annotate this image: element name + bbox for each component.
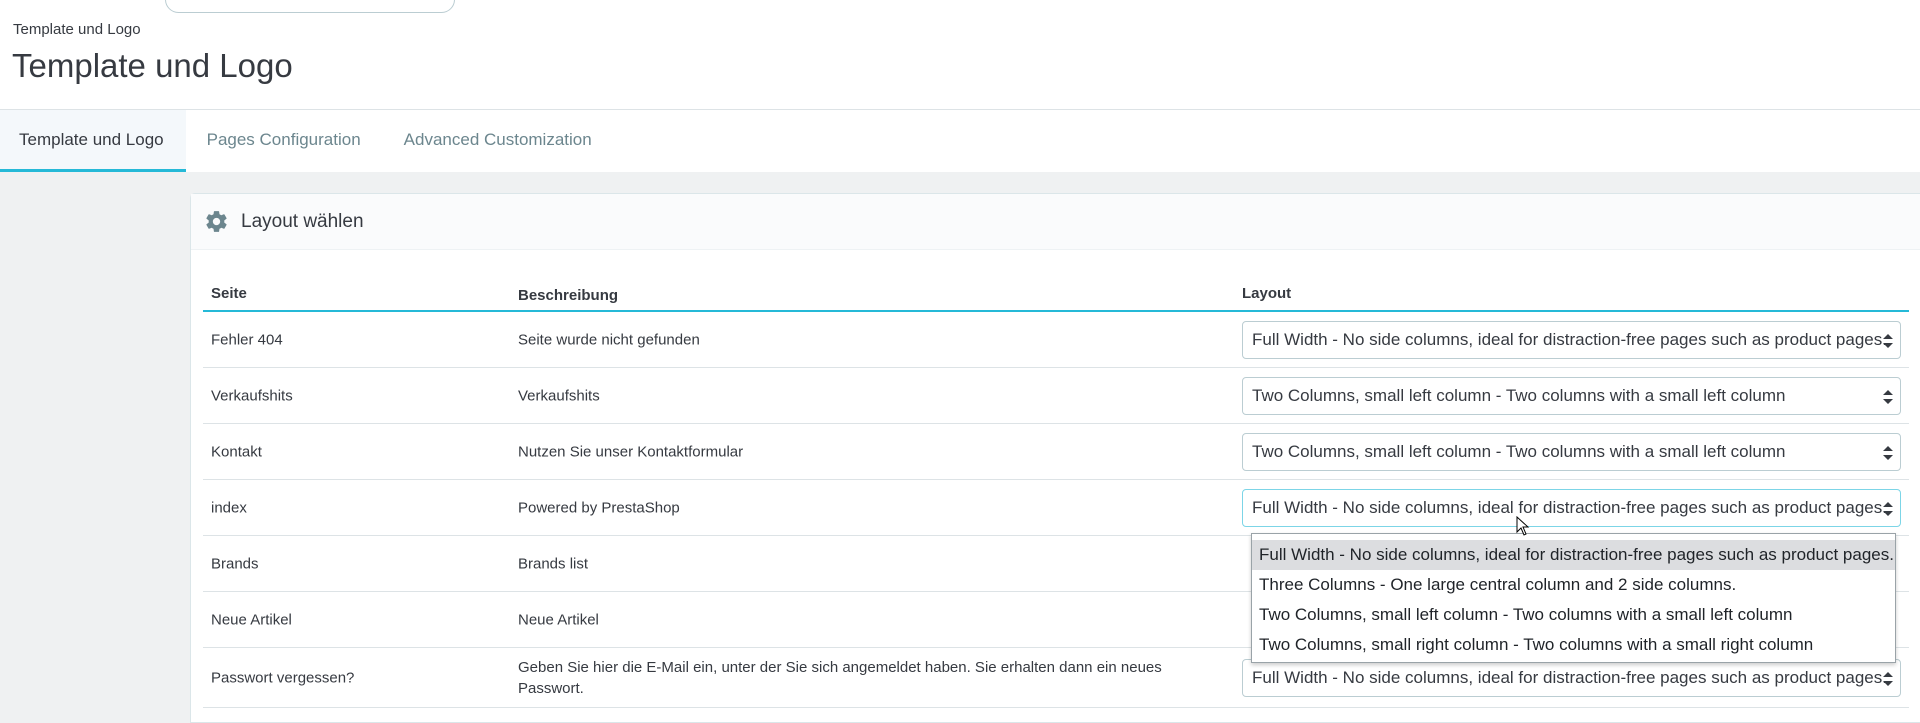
dropdown-option-two-columns-right[interactable]: Two Columns, small right column - Two co… [1252, 630, 1895, 660]
tab-template-und-logo[interactable]: Template und Logo [0, 110, 186, 172]
dropdown-option-two-columns-left[interactable]: Two Columns, small left column - Two col… [1252, 600, 1895, 630]
page-header: Template und Logo Template und Logo [0, 0, 1920, 110]
row-description: Seite wurde nicht gefunden [518, 331, 700, 348]
column-header-layout: Layout [1242, 285, 1292, 302]
gear-icon [206, 211, 227, 232]
row-description: Brands list [518, 555, 589, 572]
dropdown-option-full-width[interactable]: Full Width - No side columns, ideal for … [1252, 540, 1895, 570]
table-header: Seite Beschreibung Layout [203, 274, 1909, 312]
select-value: Full Width - No side columns, ideal for … [1252, 329, 1887, 349]
panel-heading: Layout wählen [191, 194, 1920, 250]
table-row: Kontakt Nutzen Sie unser Kontaktformular… [203, 424, 1909, 480]
select-value: Two Columns, small left column - Two col… [1252, 441, 1786, 461]
tab-pages-configuration[interactable]: Pages Configuration [188, 110, 383, 172]
sort-arrows-icon [1883, 333, 1893, 348]
row-page: Fehler 404 [211, 331, 283, 348]
row-page: Brands [211, 555, 259, 572]
layout-select[interactable]: Full Width - No side columns, ideal for … [1242, 658, 1901, 697]
layout-select[interactable]: Full Width - No side columns, ideal for … [1242, 320, 1901, 359]
row-description: Neue Artikel [518, 611, 599, 628]
sort-arrows-icon [1883, 501, 1893, 516]
row-page: index [211, 499, 247, 516]
select-value: Two Columns, small left column - Two col… [1252, 385, 1786, 405]
row-description: Powered by PrestaShop [518, 499, 680, 516]
tab-advanced-customization[interactable]: Advanced Customization [385, 110, 614, 172]
layout-select-open[interactable]: Full Width - No side columns, ideal for … [1242, 488, 1901, 527]
row-page: Neue Artikel [211, 611, 292, 628]
sort-arrows-icon [1883, 445, 1893, 460]
table-row: Verkaufshits Verkaufshits Two Columns, s… [203, 368, 1909, 424]
select-value: Full Width - No side columns, ideal for … [1252, 667, 1887, 687]
layout-select[interactable]: Two Columns, small left column - Two col… [1242, 432, 1901, 471]
column-header-beschreibung: Beschreibung [518, 287, 619, 304]
tab-bar: Template und Logo Pages Configuration Ad… [0, 110, 1920, 172]
sort-arrows-icon [1883, 671, 1893, 686]
search-input[interactable] [165, 0, 455, 13]
row-description: Verkaufshits [518, 387, 600, 404]
row-page: Passwort vergessen? [211, 669, 355, 686]
panel-title: Layout wählen [241, 210, 364, 232]
sort-arrows-icon [1883, 389, 1893, 404]
breadcrumb[interactable]: Template und Logo [13, 21, 141, 38]
layout-dropdown-list: Full Width - No side columns, ideal for … [1251, 533, 1896, 663]
row-description: Geben Sie hier die E-Mail ein, unter der… [518, 658, 1162, 697]
dropdown-option-three-columns[interactable]: Three Columns - One large central column… [1252, 570, 1895, 600]
select-value: Full Width - No side columns, ideal for … [1252, 497, 1887, 517]
page-title: Template und Logo [12, 47, 293, 84]
row-page: Verkaufshits [211, 387, 293, 404]
table-row: index Powered by PrestaShop Full Width -… [203, 480, 1909, 536]
table-row: Fehler 404 Seite wurde nicht gefunden Fu… [203, 312, 1909, 368]
row-description: Nutzen Sie unser Kontaktformular [518, 443, 744, 460]
layout-select[interactable]: Two Columns, small left column - Two col… [1242, 376, 1901, 415]
text-cursor-icon [1516, 516, 1530, 536]
column-header-seite: Seite [211, 285, 247, 302]
row-page: Kontakt [211, 443, 262, 460]
